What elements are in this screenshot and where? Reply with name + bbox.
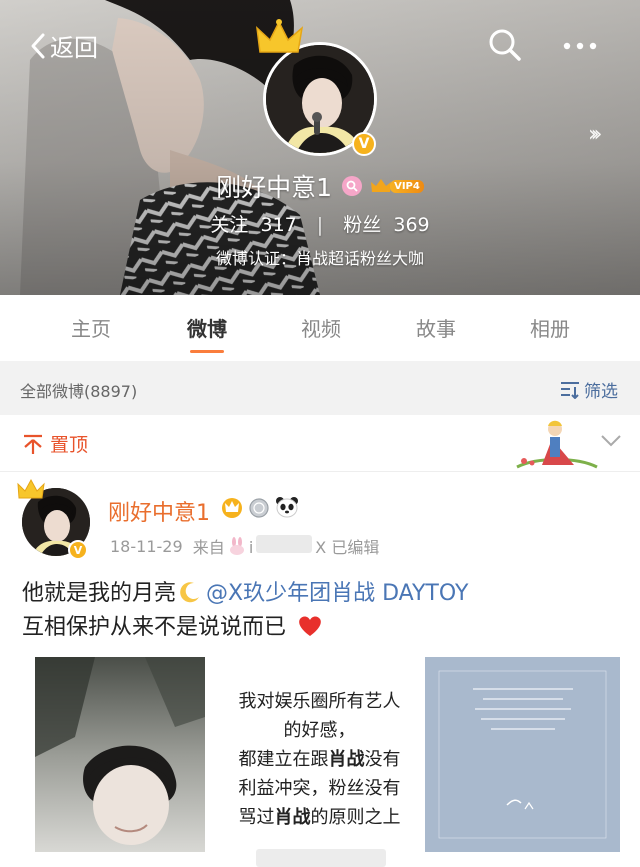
back-label: 返回 <box>50 34 98 62</box>
followers-stat[interactable]: 粉丝 369 <box>343 210 429 237</box>
blurred-footer <box>256 849 386 867</box>
profile-tabs: 主页 微博 视频 故事 相册 <box>0 295 640 361</box>
post-text: 他就是我的月亮 @X玖少年团肖战 DAYTOY 互相保护从来不是说说而已 <box>22 577 622 645</box>
vip-crown-badge-icon[interactable] <box>220 496 244 518</box>
chevron-left-icon <box>31 33 45 58</box>
post-meta: 18-11-29 来自 iX 已编辑 <box>110 534 379 558</box>
image-3-decor <box>438 670 607 839</box>
panda-icon[interactable] <box>274 496 300 518</box>
heart-icon <box>299 616 321 636</box>
follow-stats: 关注 317 | 粉丝 369 <box>0 210 640 237</box>
pinned-label: 置顶 <box>50 434 89 456</box>
post-image-2[interactable]: 我对娱乐圈所有艺人 的好感， 都建立在跟肖战没有 利益冲突，粉丝没有 骂过肖战的… <box>218 657 421 852</box>
crown-icon <box>256 19 304 53</box>
profile-header: 返回 ››› V 刚好中意1 VIP4 关注 317 | 粉丝 369 微博认证… <box>0 0 640 295</box>
following-stat[interactable]: 关注 317 <box>210 210 296 237</box>
post-verified-icon: V <box>68 540 88 560</box>
vip-crown-icon <box>371 179 392 192</box>
post-source-prefix: 来自 <box>192 538 225 557</box>
back-button[interactable]: 返回 <box>30 28 98 63</box>
expand-arrows-icon[interactable]: ››› <box>588 122 603 147</box>
pinned-bar[interactable]: 置顶 <box>0 415 640 472</box>
post-text-line-1: 他就是我的月亮 @X玖少年团肖战 DAYTOY <box>22 577 622 611</box>
medal-icon[interactable] <box>248 496 270 518</box>
post-source-device[interactable]: iX <box>249 535 326 557</box>
more-icon[interactable] <box>562 28 598 62</box>
post-text-main: 他就是我的月亮 <box>22 581 177 606</box>
tab-home[interactable]: 主页 <box>51 313 131 342</box>
post-count-label: 全部微博(8897) <box>20 382 138 401</box>
verified-badge-icon: V <box>352 132 376 156</box>
post-image-1[interactable] <box>35 657 205 852</box>
blurred-source <box>256 535 313 553</box>
profile-username: 刚好中意1 <box>216 173 333 202</box>
post-mention-link[interactable]: @X玖少年团肖战 DAYTOY <box>206 581 468 606</box>
post-text-second: 互相保护从来不是说说而已 <box>22 615 287 640</box>
chevron-down-icon[interactable] <box>600 433 622 449</box>
filter-icon <box>561 381 579 399</box>
crescent-moon-icon <box>180 582 200 603</box>
rabbit-icon <box>229 537 244 555</box>
post-crown-icon <box>17 478 45 499</box>
post-author-badges <box>220 496 300 518</box>
search-icon[interactable] <box>488 28 522 62</box>
post-image-3[interactable] <box>425 657 620 852</box>
filter-label: 筛选 <box>584 382 618 402</box>
photo-portrait <box>35 657 205 852</box>
tab-albums[interactable]: 相册 <box>510 313 590 342</box>
post-text-line-2: 互相保护从来不是说说而已 <box>22 611 622 645</box>
post-author-name[interactable]: 刚好中意1 <box>108 495 210 527</box>
verification-text: 微博认证：肖战超话粉丝大咖 <box>215 249 424 268</box>
active-tab-indicator <box>190 350 224 353</box>
post-edited-label: 已编辑 <box>331 538 380 557</box>
vip-label: VIP4 <box>390 179 424 193</box>
image-2-quote: 我对娱乐圈所有艺人 的好感， 都建立在跟肖战没有 利益冲突，粉丝没有 骂过肖战的… <box>238 691 401 828</box>
username-row: 刚好中意1 VIP4 <box>0 168 640 204</box>
super-topic-icon[interactable] <box>342 176 363 196</box>
tab-videos[interactable]: 视频 <box>281 313 361 342</box>
filter-bar: 全部微博(8897) 筛选 <box>0 361 640 415</box>
pin-icon <box>24 434 42 454</box>
little-prince-sticker <box>516 420 598 469</box>
tab-stories[interactable]: 故事 <box>396 313 476 342</box>
post-date: 18-11-29 <box>110 536 183 556</box>
filter-button[interactable]: 筛选 <box>560 377 618 402</box>
tab-weibo[interactable]: 微博 <box>167 313 247 342</box>
stats-separator: | <box>316 214 324 236</box>
vip-badge[interactable]: VIP4 <box>370 178 424 194</box>
